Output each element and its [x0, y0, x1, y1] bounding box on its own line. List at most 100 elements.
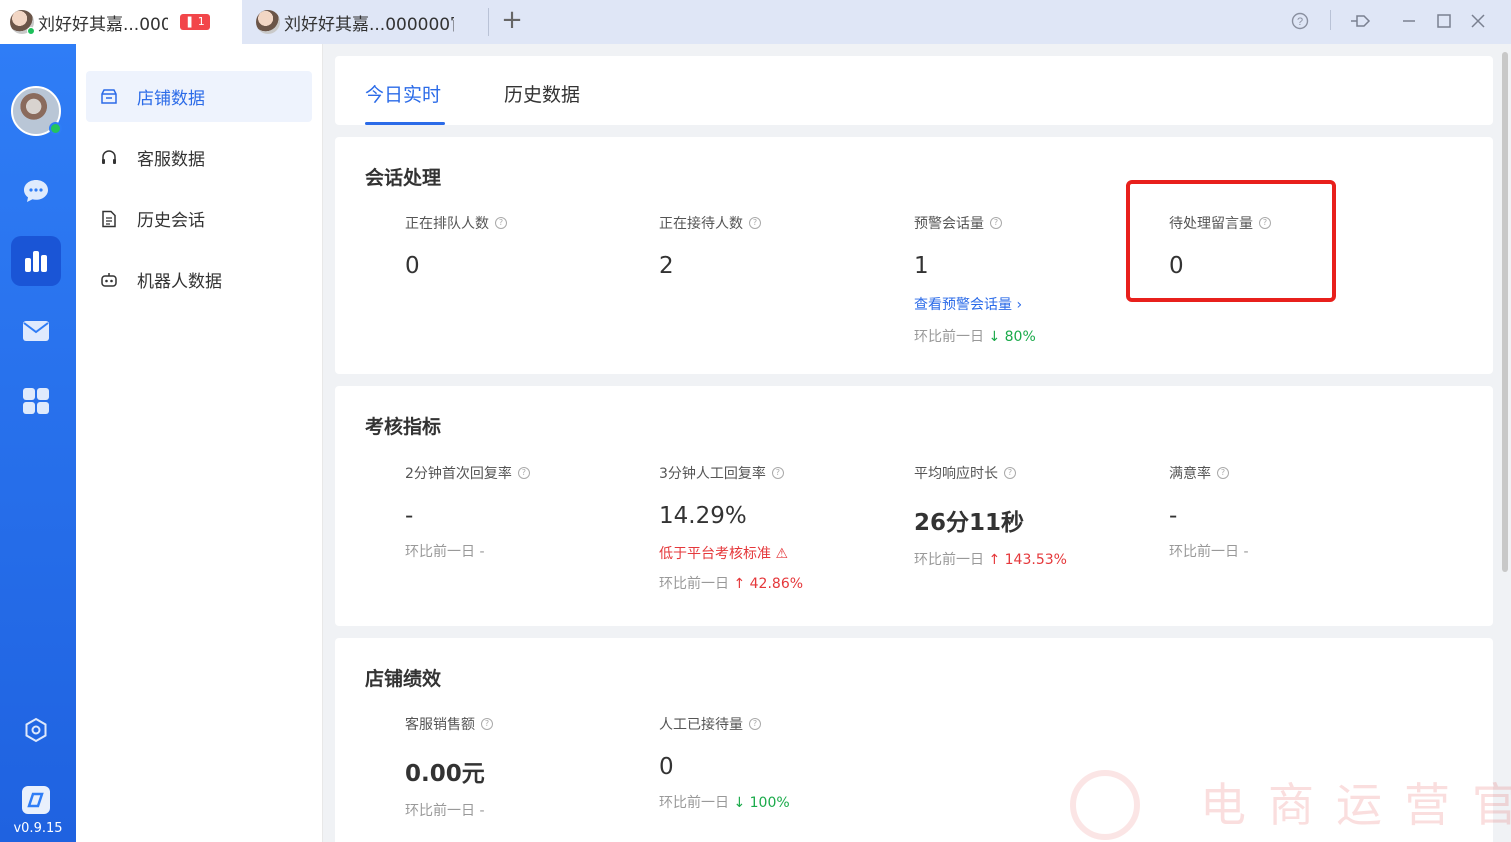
metric-alert-sessions: 预警会话量? 1 查看预警会话量 › 环比前一日 ↓ 80% [914, 213, 1154, 346]
metric-value: 26分11秒 [914, 510, 1025, 536]
nav-label: 客服数据 [137, 150, 205, 170]
help-icon[interactable]: ? [517, 467, 530, 479]
new-tab-button[interactable]: + [498, 6, 526, 36]
nav-item-service-data[interactable]: 客服数据 [86, 132, 312, 183]
nav-label: 历史会话 [137, 211, 205, 231]
metric-label: 正在接待人数 [659, 216, 743, 232]
metric-serving-count: 正在接待人数? 2 [659, 213, 899, 279]
main-tabs: 今日实时 历史数据 [335, 56, 1493, 125]
watermark-logo-icon [1070, 770, 1140, 840]
scrollbar[interactable] [1502, 52, 1508, 572]
watermark: 电商运营官 [1060, 762, 1511, 842]
online-status-dot [49, 122, 62, 135]
compare-previous-day: 环比前一日 ↑ 42.86% [659, 576, 804, 592]
chat-icon[interactable] [11, 166, 61, 216]
nav-item-store-data[interactable]: 店铺数据 [86, 71, 312, 122]
document-icon [100, 210, 118, 228]
user-avatar[interactable] [11, 86, 62, 136]
metric-label: 满意率 [1169, 466, 1211, 482]
arrow-up-icon: ↑ [988, 552, 1001, 568]
metric-value: - [405, 503, 414, 529]
help-icon[interactable]: ? [749, 217, 761, 229]
nav-label: 店铺数据 [137, 89, 205, 109]
browser-tab[interactable]: 刘好好其嘉...000000官方旗舰店 [248, 0, 486, 44]
apps-grid-icon[interactable] [11, 376, 61, 426]
tab-today-realtime[interactable]: 今日实时 [365, 80, 441, 107]
secondary-nav: 店铺数据 客服数据 历史会话 机器人数据 [76, 44, 323, 842]
metric-queue-count: 正在排队人数? 0 [405, 213, 645, 279]
help-icon[interactable]: ? [1004, 467, 1016, 479]
metric-service-sales: 客服销售额? 0.00元 环比前一日 - [405, 714, 645, 820]
compare-previous-day: 环比前一日 - [405, 803, 485, 819]
left-rail: v0.9.15 [0, 44, 76, 842]
metric-label: 客服销售额 [405, 717, 475, 733]
help-icon[interactable]: ? [1217, 467, 1229, 479]
compare-previous-day: 环比前一日 ↓ 80% [914, 329, 1036, 345]
help-icon[interactable]: ? [771, 467, 784, 479]
help-icon[interactable]: ? [495, 217, 507, 229]
below-standard-warning: 低于平台考核标准 ⚠ [659, 546, 789, 562]
title-bar: 刘好好其嘉...000000官方旗舰店 ❚ 1 刘好好其嘉...000000官方… [0, 0, 1511, 44]
robot-icon [100, 271, 118, 289]
tab-title: 刘好好其嘉...000000官方旗舰店 [38, 14, 168, 35]
tab-divider [488, 8, 489, 36]
metric-value: 1 [914, 253, 929, 279]
version-label: v0.9.15 [13, 821, 63, 836]
unread-badge: ❚ 1 [180, 14, 210, 30]
arrow-up-icon: ↑ [733, 576, 746, 592]
arrow-down-icon: ↓ [988, 329, 1001, 345]
view-alert-sessions-link[interactable]: 查看预警会话量 › [914, 294, 1154, 314]
metric-label: 2分钟首次回复率 [405, 466, 512, 482]
store-icon [100, 88, 118, 106]
metric-label: 人工已接待量 [659, 717, 743, 733]
metric-label: 3分钟人工回复率 [659, 466, 766, 482]
shop-avatar-icon [256, 10, 280, 34]
tab-history-data[interactable]: 历史数据 [504, 80, 580, 107]
metric-label: 正在排队人数 [405, 216, 489, 232]
metric-value: - [1169, 503, 1178, 529]
metric-label: 预警会话量 [914, 216, 984, 232]
help-icon[interactable]: ? [1286, 8, 1314, 34]
metric-label: 平均响应时长 [914, 466, 998, 482]
help-icon[interactable]: ? [749, 718, 761, 730]
metric-2min-first-reply-rate: 2分钟首次回复率? - 环比前一日 - [405, 463, 645, 561]
help-icon[interactable]: ? [990, 217, 1002, 229]
window-divider [1330, 10, 1331, 30]
metric-value: 0.00元 [405, 761, 485, 787]
app-logo-icon [11, 775, 61, 825]
metric-value: 0 [659, 754, 674, 780]
compare-previous-day: 环比前一日 - [405, 544, 485, 560]
compare-previous-day: 环比前一日 ↑ 143.53% [914, 552, 1067, 568]
help-icon[interactable]: ? [481, 718, 493, 730]
main-content: 今日实时 历史数据 会话处理 正在排队人数? 0 正在接待人数? 2 预警会话量… [323, 44, 1511, 842]
arrow-down-icon: ↓ [733, 795, 746, 811]
metric-avg-response-time: 平均响应时长? 26分11秒 环比前一日 ↑ 143.53% [914, 463, 1154, 569]
maximize-icon[interactable] [1430, 8, 1458, 34]
tab-title: 刘好好其嘉...000000官方旗舰店 [284, 14, 454, 35]
metric-3min-manual-reply-rate: 3分钟人工回复率? 14.29% 低于平台考核标准 ⚠ 环比前一日 ↑ 42.8… [659, 463, 899, 593]
mail-icon[interactable] [11, 306, 61, 356]
data-chart-icon[interactable] [11, 236, 61, 286]
section-title: 考核指标 [365, 416, 442, 438]
compare-previous-day: 环比前一日 - [1169, 544, 1249, 560]
pin-icon[interactable] [1347, 8, 1375, 34]
nav-item-robot-data[interactable]: 机器人数据 [86, 254, 312, 305]
nav-item-history-sessions[interactable]: 历史会话 [86, 193, 312, 244]
close-icon[interactable] [1464, 8, 1492, 34]
headset-icon [100, 149, 118, 167]
minimize-icon[interactable] [1395, 8, 1423, 34]
highlight-annotation-box [1126, 180, 1336, 302]
metric-manual-received: 人工已接待量? 0 环比前一日 ↓ 100% [659, 714, 899, 812]
nav-label: 机器人数据 [137, 272, 222, 292]
metric-value: 0 [405, 253, 420, 279]
section-title: 会话处理 [365, 167, 442, 189]
active-tab-indicator [365, 122, 445, 125]
section-title: 店铺绩效 [365, 668, 442, 690]
browser-tab-active[interactable]: 刘好好其嘉...000000官方旗舰店 ❚ 1 [0, 0, 242, 44]
settings-icon[interactable] [11, 705, 61, 755]
kpi-section: 考核指标 2分钟首次回复率? - 环比前一日 - 3分钟人工回复率? 14.29… [335, 386, 1493, 626]
metric-satisfaction-rate: 满意率? - 环比前一日 - [1169, 463, 1409, 561]
svg-text:?: ? [1297, 16, 1303, 28]
metric-value: 14.29% [659, 503, 747, 529]
metric-value: 2 [659, 253, 674, 279]
